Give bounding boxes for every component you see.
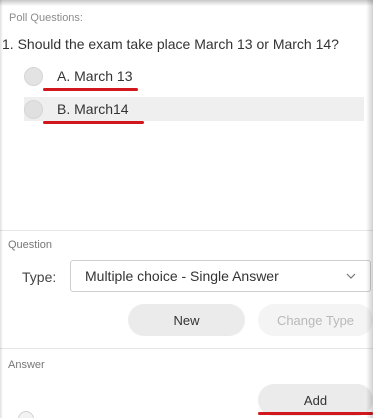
radio-button[interactable] [24, 99, 43, 119]
window-shadow [366, 0, 373, 418]
question-section-label: Question [8, 239, 53, 251]
option-b[interactable]: B. March14 [24, 97, 364, 121]
type-select[interactable]: Multiple choice - Single Answer [70, 260, 371, 292]
poll-panel: Poll Questions: 1. Should the exam take … [0, 0, 373, 418]
chevron-down-icon [346, 273, 356, 279]
answer-section-label: Answer [8, 359, 45, 371]
poll-header: Poll Questions: [9, 12, 83, 24]
window-shadow [0, 0, 3, 418]
annotation-underline [43, 88, 138, 91]
annotation-underline [43, 121, 144, 124]
type-label: Type: [22, 269, 57, 285]
radio-button[interactable] [24, 66, 43, 86]
window-shadow [0, 0, 373, 6]
new-button[interactable]: New [128, 304, 245, 336]
type-select-value: Multiple choice - Single Answer [85, 268, 279, 284]
option-label: A. March 13 [57, 68, 133, 84]
option-label: B. March14 [57, 101, 129, 117]
question-text: 1. Should the exam take place March 13 o… [2, 36, 339, 52]
section-divider [0, 348, 373, 349]
annotation-underline [258, 412, 373, 415]
radio-button[interactable] [18, 411, 34, 418]
option-a[interactable]: A. March 13 [24, 64, 144, 88]
change-type-button[interactable]: Change Type [258, 304, 373, 336]
section-divider [0, 230, 373, 231]
